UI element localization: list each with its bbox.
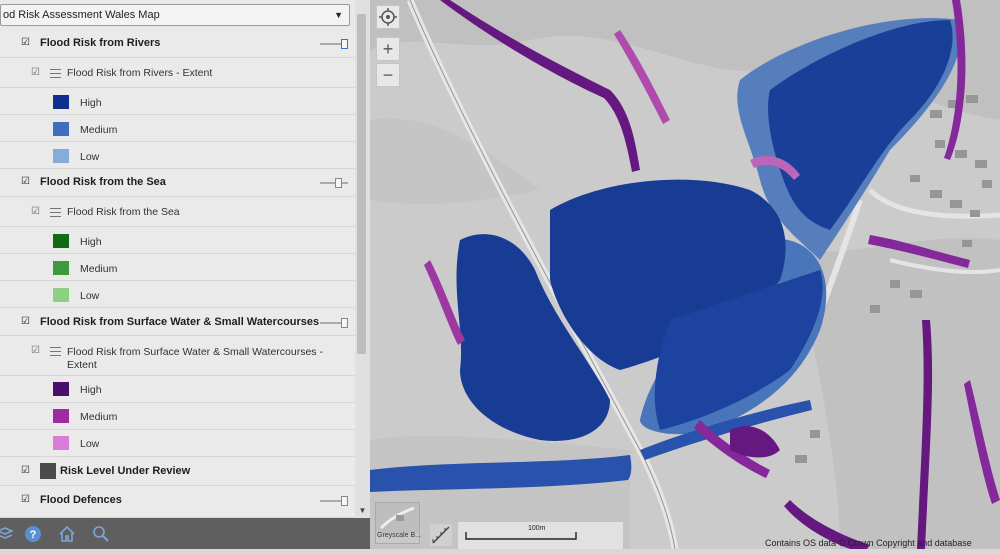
legend-item: Medium: [0, 254, 355, 281]
sublayer-title-surface-water-line2: Extent: [67, 359, 97, 371]
legend-label: Medium: [80, 263, 118, 275]
legend-label: Medium: [80, 124, 118, 136]
minus-icon: −: [382, 65, 394, 85]
legend-swatch-low: [53, 436, 69, 450]
legend-label: High: [80, 236, 102, 248]
measure-icon[interactable]: [430, 524, 452, 546]
zoom-in-button[interactable]: +: [376, 37, 400, 61]
checkbox-surface-water[interactable]: ☑: [21, 317, 30, 327]
map-overlay: [370, 0, 1000, 549]
legend-label: Medium: [80, 411, 118, 423]
legend-item: High: [0, 227, 355, 254]
map-service-select[interactable]: od Risk Assessment Wales Map ▼: [0, 4, 350, 26]
legend-swatch-medium: [53, 261, 69, 275]
list-icon: [50, 208, 61, 217]
legend-swatch-review: [40, 463, 56, 479]
search-icon[interactable]: [92, 525, 110, 543]
sublayer-title-sea: Flood Risk from the Sea: [67, 206, 180, 218]
svg-text:?: ?: [30, 529, 37, 541]
layer-group-surface-water[interactable]: ☑ Flood Risk from Surface Water & Small …: [0, 308, 355, 336]
checkbox-rivers-extent[interactable]: ☑: [31, 68, 40, 78]
checkbox-sea-extent[interactable]: ☑: [31, 207, 40, 217]
layer-group-sea[interactable]: ☑ Flood Risk from the Sea: [0, 169, 355, 197]
map-service-value: od Risk Assessment Wales Map: [3, 9, 160, 21]
locate-button[interactable]: [376, 5, 400, 29]
home-icon[interactable]: [58, 525, 76, 543]
copyright-text: Contains OS data © Crown Copyright and d…: [765, 538, 972, 548]
legend-label: Low: [80, 151, 100, 163]
layer-panel: od Risk Assessment Wales Map ▼ ☑ Flood R…: [0, 0, 370, 549]
legend-label: Low: [80, 290, 100, 302]
dropdown-arrow-icon: ▼: [334, 10, 343, 20]
layer-group-rivers[interactable]: ☑ Flood Risk from Rivers: [0, 30, 355, 58]
sublayer-title-rivers: Flood Risk from Rivers - Extent: [67, 67, 213, 79]
zoom-out-button[interactable]: −: [376, 63, 400, 87]
checkbox-under-review[interactable]: ☑: [21, 466, 30, 476]
legend-item: Medium: [0, 115, 355, 142]
list-icon: [50, 347, 61, 356]
legend-item: High: [0, 376, 355, 403]
opacity-slider-surface-water[interactable]: [320, 318, 348, 328]
map-view[interactable]: [370, 0, 1000, 549]
legend-swatch-high: [53, 95, 69, 109]
legend-item: High: [0, 88, 355, 115]
basemap-thumbnail: [376, 503, 419, 533]
legend-swatch-low: [53, 288, 69, 302]
checkbox-flood-defences[interactable]: ☑: [21, 495, 30, 505]
scroll-thumb[interactable]: [357, 14, 366, 354]
layer-group-flood-defences[interactable]: ☑ Flood Defences: [0, 486, 355, 518]
help-icon[interactable]: ?: [24, 525, 42, 543]
opacity-slider-rivers[interactable]: [320, 39, 348, 49]
opacity-slider-flood-defences[interactable]: [320, 496, 348, 506]
layer-title-rivers: Flood Risk from Rivers: [40, 37, 161, 49]
sublayer-surface-water[interactable]: ☑ Flood Risk from Surface Water & Small …: [0, 336, 355, 376]
legend-item: Low: [0, 430, 355, 457]
layers-icon[interactable]: [0, 525, 14, 543]
basemap-label: Greyscale B...: [377, 532, 421, 539]
layer-list: ☑ Flood Risk from Rivers ☑ Flood Risk fr…: [0, 30, 355, 518]
legend-item: Low: [0, 281, 355, 308]
legend-swatch-medium: [53, 122, 69, 136]
sublayer-rivers[interactable]: ☑ Flood Risk from Rivers - Extent: [0, 58, 355, 88]
panel-toolbar: [0, 518, 370, 549]
checkbox-rivers[interactable]: ☑: [21, 38, 30, 48]
checkbox-sea[interactable]: ☑: [21, 177, 30, 187]
legend-swatch-low: [53, 149, 69, 163]
legend-item: Medium: [0, 403, 355, 430]
opacity-slider-sea[interactable]: [320, 178, 348, 188]
scroll-down-arrow-icon[interactable]: ▼: [355, 506, 370, 518]
legend-label: Low: [80, 438, 100, 450]
crosshair-icon: [379, 8, 397, 26]
legend-swatch-high: [53, 234, 69, 248]
layer-scrollbar[interactable]: ▼: [355, 0, 370, 518]
sublayer-sea[interactable]: ☑ Flood Risk from the Sea: [0, 197, 355, 227]
legend-item: Low: [0, 142, 355, 169]
legend-label: High: [80, 384, 102, 396]
layer-title-flood-defences: Flood Defences: [40, 494, 122, 506]
sublayer-title-surface-water: Flood Risk from Surface Water & Small Wa…: [67, 346, 323, 358]
plus-icon: +: [382, 39, 394, 59]
scale-label: 100m: [528, 525, 546, 532]
legend-label: High: [80, 97, 102, 109]
legend-swatch-medium: [53, 409, 69, 423]
layer-title-surface-water: Flood Risk from Surface Water & Small Wa…: [40, 316, 320, 328]
layer-title-sea: Flood Risk from the Sea: [40, 176, 166, 188]
layer-title-under-review: Risk Level Under Review: [60, 465, 191, 477]
list-icon: [50, 69, 61, 78]
legend-swatch-high: [53, 382, 69, 396]
checkbox-surface-water-extent[interactable]: ☑: [31, 346, 40, 356]
layer-group-under-review[interactable]: ☑ Risk Level Under Review: [0, 457, 355, 486]
